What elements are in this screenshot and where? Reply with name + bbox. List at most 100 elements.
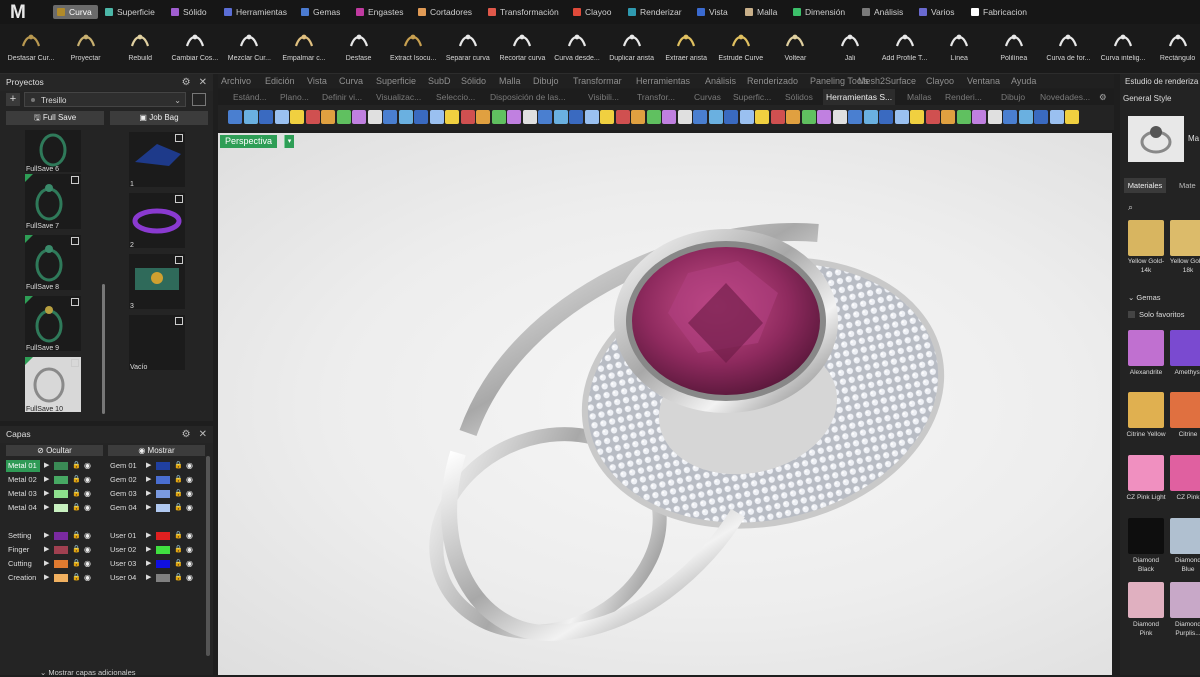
- tool-icon[interactable]: [383, 110, 397, 124]
- menu-item-10[interactable]: Herramientas: [636, 74, 690, 88]
- menu-item-4[interactable]: Superficie: [376, 74, 416, 88]
- eye-icon[interactable]: ◉: [84, 572, 91, 584]
- ribbon-button-rectangle[interactable]: Rectángulo: [1150, 26, 1200, 70]
- toolbar-tab-12[interactable]: Mallas: [907, 89, 932, 105]
- play-icon[interactable]: ▶: [146, 502, 151, 514]
- eye-icon[interactable]: ◉: [84, 544, 91, 556]
- gear-icon[interactable]: ⚙: [182, 429, 191, 440]
- tool-icon[interactable]: [956, 110, 971, 124]
- ribbon-button-duplicate-edge[interactable]: Duplicar arista: [604, 26, 660, 70]
- eye-icon[interactable]: ◉: [186, 460, 193, 472]
- tool-icon[interactable]: [941, 110, 955, 124]
- hide-layers-button[interactable]: ⊘ Ocultar: [6, 445, 103, 456]
- play-icon[interactable]: ▶: [146, 460, 151, 472]
- tool-icon[interactable]: [972, 110, 986, 124]
- tool-icon[interactable]: [894, 110, 909, 124]
- tool-icon[interactable]: [662, 110, 676, 124]
- menu-item-16[interactable]: Ventana: [967, 74, 1000, 88]
- lock-icon[interactable]: 🔒: [174, 488, 183, 500]
- lock-icon[interactable]: 🔒: [174, 530, 183, 542]
- layer-row[interactable]: User 01 ▶ 🔒 ◉: [108, 530, 204, 542]
- tool-icon[interactable]: [228, 110, 242, 124]
- tool-icon[interactable]: [367, 110, 382, 124]
- layer-row[interactable]: Metal 01 ▶ 🔒 ◉: [6, 460, 102, 472]
- tool-icon[interactable]: [1018, 110, 1033, 124]
- layer-row[interactable]: Gem 01 ▶ 🔒 ◉: [108, 460, 204, 472]
- menu-item-2[interactable]: Vista: [307, 74, 327, 88]
- layer-color-swatch[interactable]: [54, 462, 68, 470]
- toolbar-tab-2[interactable]: Definir vi...: [322, 89, 362, 105]
- toolbar-tab-7[interactable]: Transfor...: [637, 89, 675, 105]
- layer-color-swatch[interactable]: [54, 490, 68, 498]
- tool-icon[interactable]: [925, 110, 940, 124]
- tool-icon[interactable]: [600, 110, 614, 124]
- gem-tile[interactable]: [1170, 330, 1200, 366]
- eye-icon[interactable]: ◉: [84, 502, 91, 514]
- gear-icon[interactable]: ⚙: [1099, 89, 1107, 105]
- project-thumb[interactable]: FullSave 9: [25, 296, 81, 352]
- menu-item-1[interactable]: Edición: [265, 74, 295, 88]
- tool-icon[interactable]: [631, 110, 645, 124]
- lock-icon[interactable]: 🔒: [72, 502, 81, 514]
- gem-tile[interactable]: [1170, 582, 1200, 618]
- open-icon[interactable]: [71, 237, 79, 245]
- category-tab-superficie[interactable]: Superficie: [105, 5, 155, 19]
- gem-tile[interactable]: [1128, 518, 1164, 554]
- play-icon[interactable]: ▶: [44, 460, 49, 472]
- tool-icon[interactable]: [677, 110, 692, 124]
- open-icon[interactable]: [175, 134, 183, 142]
- lock-icon[interactable]: 🔒: [72, 474, 81, 486]
- tool-icon[interactable]: [569, 110, 583, 124]
- tool-icon[interactable]: [336, 110, 351, 124]
- layer-color-swatch[interactable]: [156, 462, 170, 470]
- menu-item-6[interactable]: Sólido: [461, 74, 486, 88]
- layer-color-swatch[interactable]: [156, 504, 170, 512]
- play-icon[interactable]: ▶: [44, 502, 49, 514]
- ribbon-button-blend-curve[interactable]: Mezclar Cur...: [221, 26, 277, 70]
- open-icon[interactable]: [175, 256, 183, 264]
- tool-icon[interactable]: [305, 110, 320, 124]
- gem-tile[interactable]: [1170, 392, 1200, 428]
- tool-icon[interactable]: [848, 110, 862, 124]
- toolbar-tab-5[interactable]: Disposición de las...: [490, 89, 566, 105]
- play-icon[interactable]: ▶: [44, 488, 49, 500]
- eye-icon[interactable]: ◉: [84, 474, 91, 486]
- toolbar-tab-11[interactable]: Herramientas S...: [823, 89, 896, 105]
- lock-icon[interactable]: 🔒: [174, 474, 183, 486]
- ribbon-button-fillet-curve[interactable]: Empalmar c...: [276, 26, 332, 70]
- ribbon-button-project[interactable]: Proyectar: [58, 26, 114, 70]
- play-icon[interactable]: ▶: [146, 488, 151, 500]
- project-thumb[interactable]: FullSave 10: [25, 357, 81, 413]
- category-tab-solido[interactable]: Sólido: [171, 5, 207, 19]
- eye-icon[interactable]: ◉: [186, 572, 193, 584]
- full-save-button[interactable]: 🖫 Full Save: [6, 111, 104, 125]
- toolbar-tab-8[interactable]: Curvas: [694, 89, 721, 105]
- open-icon[interactable]: [71, 298, 79, 306]
- tool-icon[interactable]: [1065, 110, 1079, 124]
- projects-scrollbar[interactable]: [102, 284, 105, 414]
- layer-row[interactable]: User 04 ▶ 🔒 ◉: [108, 572, 204, 584]
- toolbar-tab-10[interactable]: Sólidos: [785, 89, 813, 105]
- toolbar-tab-9[interactable]: Superfic...: [733, 89, 771, 105]
- category-tab-dimension[interactable]: Dimensión: [793, 5, 845, 19]
- category-tab-malla[interactable]: Malla: [745, 5, 777, 19]
- eye-icon[interactable]: ◉: [186, 530, 193, 542]
- tool-icon[interactable]: [476, 110, 490, 124]
- category-tab-engastes[interactable]: Engastes: [356, 5, 403, 19]
- ribbon-button-change-seam[interactable]: Cambiar Cos...: [167, 26, 223, 70]
- layer-color-swatch[interactable]: [54, 546, 68, 554]
- material-tile[interactable]: [1128, 220, 1164, 256]
- lock-icon[interactable]: 🔒: [72, 558, 81, 570]
- play-icon[interactable]: ▶: [44, 544, 49, 556]
- tool-icon[interactable]: [414, 110, 428, 124]
- category-tab-gemas[interactable]: Gemas: [301, 5, 340, 19]
- tool-icon[interactable]: [615, 110, 630, 124]
- tool-icon[interactable]: [274, 110, 289, 124]
- project-thumb[interactable]: FullSave 7: [25, 174, 81, 230]
- eye-icon[interactable]: ◉: [84, 460, 91, 472]
- menu-item-12[interactable]: Renderizado: [747, 74, 798, 88]
- eye-icon[interactable]: ◉: [186, 488, 193, 500]
- close-icon[interactable]: ✕: [199, 429, 207, 440]
- ribbon-button-rebuild[interactable]: Rebuild: [112, 26, 168, 70]
- play-icon[interactable]: ▶: [44, 474, 49, 486]
